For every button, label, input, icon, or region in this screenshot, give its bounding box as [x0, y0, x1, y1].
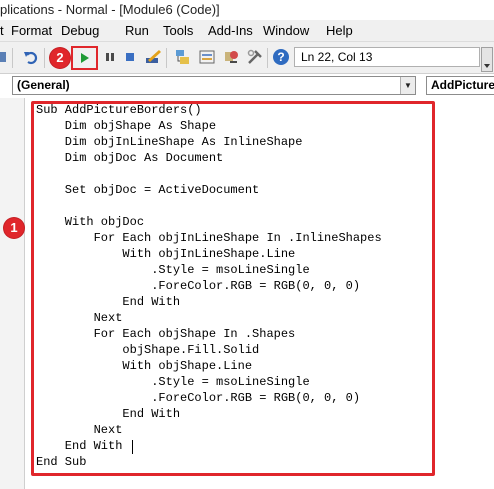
design-mode-icon[interactable]	[143, 47, 163, 67]
run-icon[interactable]	[73, 48, 96, 68]
svg-text:?: ?	[277, 50, 284, 64]
toolbar-overflow-scroll[interactable]	[481, 47, 493, 72]
menu-item-partial[interactable]: t	[0, 23, 4, 38]
reset-icon[interactable]	[120, 47, 140, 67]
annotation-badge-2: 2	[50, 48, 70, 68]
code-window-header: (General) ▼ AddPicture	[0, 74, 494, 98]
menu-item-tools[interactable]: Tools	[163, 23, 193, 38]
menu-item-window[interactable]: Window	[263, 23, 309, 38]
object-combobox[interactable]: (General) ▼	[12, 76, 416, 95]
break-icon[interactable]	[100, 47, 120, 67]
toolbox-icon[interactable]	[245, 47, 265, 67]
help-icon[interactable]: ?	[271, 47, 291, 67]
code-highlight-box	[31, 101, 435, 476]
procedure-combobox-value: AddPicture	[431, 78, 494, 92]
toolbar-separator	[44, 48, 45, 68]
run-button-highlight[interactable]	[71, 46, 98, 70]
project-explorer-icon[interactable]	[173, 47, 193, 67]
menu-item-add-ins[interactable]: Add-Ins	[208, 23, 253, 38]
menu-bar: t Format Debug Run Tools Add-Ins Window …	[0, 20, 494, 42]
toolbar-separator	[166, 48, 167, 68]
menu-item-debug[interactable]: Debug	[61, 23, 99, 38]
window-title: plications - Normal - [Module6 (Code)]	[0, 2, 220, 17]
annotation-badge-1: 1	[4, 218, 24, 238]
object-combobox-value: (General)	[17, 78, 70, 92]
chevron-down-icon[interactable]: ▼	[400, 77, 415, 94]
menu-item-run[interactable]: Run	[125, 23, 149, 38]
menu-item-help[interactable]: Help	[326, 23, 353, 38]
procedure-combobox[interactable]: AddPicture	[426, 76, 494, 95]
toolbar-separator	[12, 48, 13, 68]
undo-icon[interactable]	[21, 47, 41, 67]
title-bar: plications - Normal - [Module6 (Code)]	[0, 0, 494, 20]
menu-item-format[interactable]: Format	[11, 23, 52, 38]
properties-icon[interactable]	[197, 47, 217, 67]
text-caret	[132, 440, 133, 454]
insert-icon[interactable]	[0, 47, 8, 67]
margin-indicator-bar[interactable]	[0, 98, 25, 489]
toolbar-separator	[267, 48, 268, 68]
object-browser-icon[interactable]	[221, 47, 241, 67]
cursor-position-field: Ln 22, Col 13	[294, 47, 480, 67]
